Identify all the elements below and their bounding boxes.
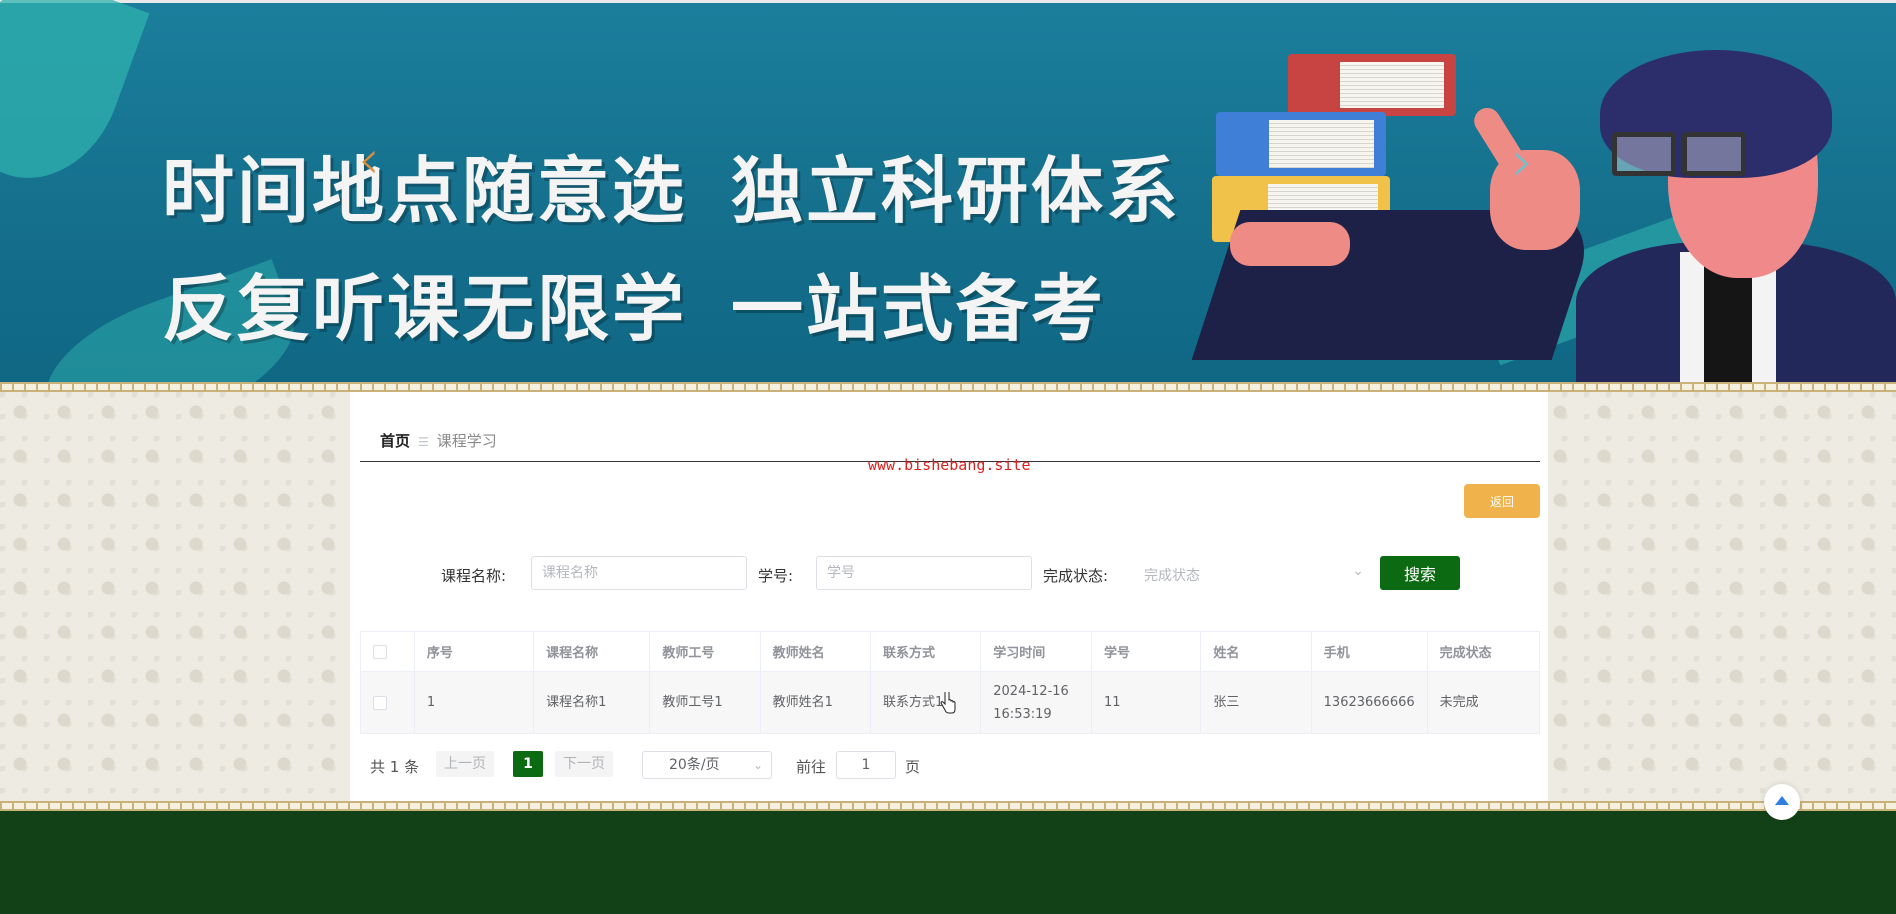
- banner-top-line: [0, 0, 1896, 3]
- banner-text: 一站式备考: [731, 267, 1107, 351]
- table-cell: 教师姓名1: [759, 671, 871, 734]
- chevron-down-icon: ⌄: [1352, 563, 1364, 579]
- table-cell: 未完成: [1426, 671, 1541, 734]
- back-button[interactable]: 返回: [1464, 484, 1540, 518]
- page-number-button[interactable]: 1: [513, 751, 543, 777]
- row-checkbox[interactable]: [373, 695, 387, 710]
- page-size-value: 20条/页: [669, 757, 720, 773]
- column-header: 手机: [1310, 631, 1428, 672]
- student-id-label: 学号:: [758, 567, 794, 585]
- watermark: www.bishebang.site: [868, 456, 1031, 474]
- chevron-right-icon[interactable]: ›: [1512, 135, 1534, 189]
- column-header: 完成状态: [1426, 631, 1541, 672]
- table-cell: 1: [413, 671, 535, 734]
- breadcrumb: 首页 ☰ 课程学习: [380, 430, 497, 451]
- pagination-total: 共 1 条: [370, 758, 420, 776]
- banner-line-2: 反复听课无限学 一站式备考: [162, 250, 1106, 355]
- glasses: [1612, 132, 1822, 176]
- page-size-select[interactable]: 20条/页 ⌄: [642, 751, 772, 779]
- table-cell: 2024-12-16 16:53:19: [980, 671, 1092, 734]
- separator-icon: ☰: [418, 435, 429, 449]
- person-palm: [1230, 222, 1350, 266]
- main-content-panel: 首页 ☰ 课程学习 www.bishebang.site 返回 课程名称: 学号: …: [350, 392, 1548, 801]
- footer: [0, 811, 1896, 914]
- banner-text: 反复听课无限学: [162, 267, 688, 351]
- decorative-border: [0, 801, 1896, 811]
- breadcrumb-home[interactable]: 首页: [380, 432, 410, 450]
- page-unit-label: 页: [905, 758, 921, 776]
- course-study-table: 序号 课程名称 教师工号 教师姓名 联系方式 学习时间 学号 姓名 手机 完成状…: [360, 631, 1541, 734]
- banner-text: 时间地点随意选: [162, 149, 688, 233]
- status-select-placeholder: 完成状态: [1144, 568, 1200, 584]
- next-page-button[interactable]: 下一页: [555, 751, 613, 777]
- select-all-cell: [360, 631, 415, 672]
- table-cell: 13623666666: [1310, 671, 1428, 734]
- status-select[interactable]: 完成状态 ⌄: [1134, 556, 1374, 590]
- student-id-input[interactable]: [816, 556, 1032, 590]
- breadcrumb-current: 课程学习: [436, 432, 497, 450]
- column-header: 教师工号: [649, 631, 761, 672]
- person-hand: [1490, 150, 1580, 250]
- goto-label: 前往: [796, 758, 827, 776]
- table-cell: 联系方式1: [869, 671, 982, 734]
- course-name-label: 课程名称:: [441, 567, 507, 585]
- column-header: 学号: [1090, 631, 1202, 672]
- banner-decoration-leaf: [0, 0, 150, 202]
- banner-line-1: 时间地点随意选 独立科研体系: [162, 132, 1181, 237]
- table-cell: 教师工号1: [649, 671, 761, 734]
- column-header: 姓名: [1200, 631, 1312, 672]
- hero-banner: 时间地点随意选 独立科研体系 反复听课无限学 一站式备考 ‹ ›: [0, 0, 1896, 382]
- decorative-border: [0, 382, 1896, 392]
- prev-page-button[interactable]: 上一页: [436, 751, 494, 777]
- row-select-cell: [360, 671, 415, 734]
- arrow-up-icon: [1775, 796, 1789, 805]
- column-header: 学习时间: [980, 631, 1092, 672]
- column-header: 序号: [413, 631, 535, 672]
- search-button[interactable]: 搜索: [1380, 556, 1460, 590]
- goto-page-input[interactable]: [836, 751, 896, 779]
- book-illustration: [1288, 54, 1456, 116]
- course-name-input[interactable]: [531, 556, 747, 590]
- table-cell: 张三: [1200, 671, 1312, 734]
- table-cell: 11: [1090, 671, 1202, 734]
- book-illustration: [1216, 112, 1386, 176]
- status-label: 完成状态:: [1043, 567, 1109, 585]
- table-cell: 课程名称1: [533, 671, 651, 734]
- back-to-top-button[interactable]: [1764, 784, 1800, 820]
- chevron-down-icon: ⌄: [752, 758, 763, 772]
- search-bar: 课程名称: 学号: 完成状态: 完成状态 ⌄ 搜索: [350, 556, 1548, 592]
- table-header-row: 序号 课程名称 教师工号 教师姓名 联系方式 学习时间 学号 姓名 手机 完成状…: [360, 631, 1541, 672]
- person-tie: [1704, 262, 1752, 382]
- pointer-cursor-icon: [940, 692, 956, 714]
- column-header: 课程名称: [533, 631, 651, 672]
- column-header: 联系方式: [869, 631, 982, 672]
- column-header: 教师姓名: [759, 631, 871, 672]
- chevron-left-icon[interactable]: ‹: [358, 133, 380, 187]
- banner-text: 独立科研体系: [731, 149, 1182, 233]
- select-all-checkbox[interactable]: [373, 644, 387, 659]
